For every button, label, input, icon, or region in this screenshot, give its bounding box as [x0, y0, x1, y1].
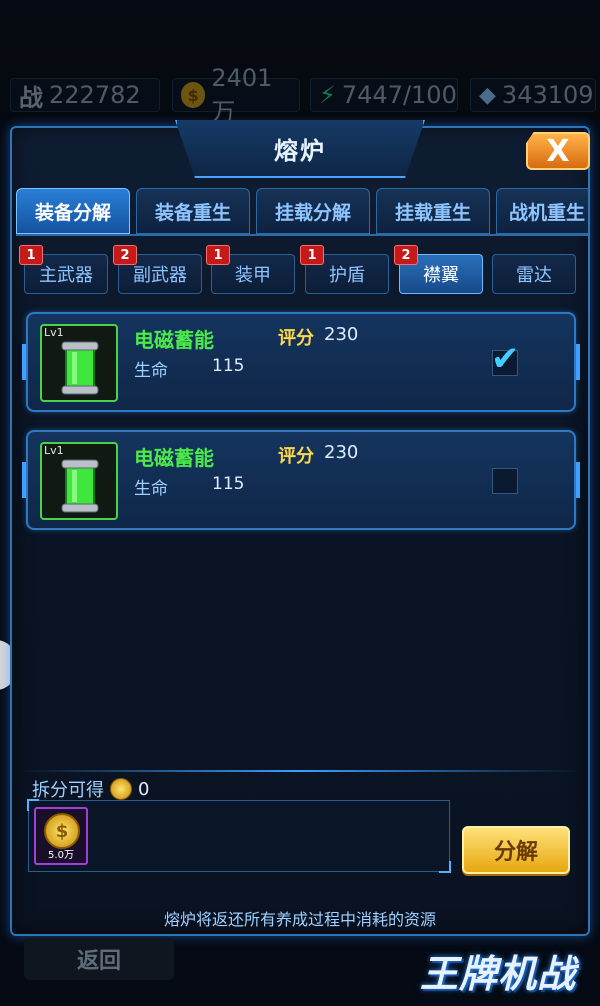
- subtab-label: 雷达: [516, 265, 552, 286]
- select-checkbox[interactable]: [492, 468, 518, 494]
- item-card[interactable]: Lv1 电磁蓄能 评分 230 生命 115 ✔: [22, 312, 580, 412]
- gold-coin-icon: $: [44, 813, 80, 849]
- gold-value: 2401万: [211, 63, 273, 126]
- card-edge-marker: [576, 462, 580, 498]
- checkmark-icon: ✔: [491, 339, 520, 379]
- item-name: 电磁蓄能: [134, 446, 214, 470]
- combat-power: 战 222782: [10, 78, 160, 112]
- gold-counter: $ 2401万: [172, 64, 300, 126]
- diamond-icon: ◆: [479, 82, 496, 108]
- energy-cell-icon: [61, 341, 99, 395]
- subtab-main-weapon[interactable]: 1 主武器: [19, 245, 108, 294]
- combat-power-value: 222782: [49, 81, 141, 109]
- count-badge: 1: [300, 245, 324, 265]
- select-checkbox[interactable]: ✔: [491, 339, 520, 379]
- score-value: 230: [324, 442, 359, 463]
- stat-label: 生命: [134, 361, 168, 381]
- subtab-sub-weapon[interactable]: 2 副武器: [113, 245, 202, 294]
- reward-box: $ 5.0万: [27, 799, 451, 873]
- item-card[interactable]: Lv1 电磁蓄能 评分 230 生命 115: [22, 430, 580, 530]
- energy-cell-icon: [61, 459, 99, 513]
- subtab-label: 装甲: [235, 265, 271, 286]
- yield-value: 0: [138, 778, 150, 800]
- divider-glow: [20, 770, 580, 772]
- reward-amount: 5.0万: [48, 850, 74, 861]
- gold-coin-icon: $: [181, 82, 206, 108]
- count-badge: 2: [113, 245, 137, 265]
- stat-value: 115: [212, 356, 245, 376]
- gem-counter: ◆ 343109: [470, 78, 596, 112]
- game-logo: 王牌机战: [419, 951, 576, 996]
- subtab-label: 襟翼: [423, 265, 459, 286]
- energy-counter: ⚡ 7447/100: [310, 78, 458, 112]
- energy-value: 7447/100: [341, 81, 457, 109]
- count-badge: 1: [206, 245, 230, 265]
- subtab-label: 副武器: [133, 265, 187, 286]
- subtab-label: 主武器: [39, 265, 93, 286]
- card-edge-marker: [22, 344, 26, 380]
- stat-label: 生命: [134, 479, 168, 499]
- tab-mount-rebirth[interactable]: 挂载重生: [376, 188, 490, 234]
- tab-equip-rebirth[interactable]: 装备重生: [136, 188, 250, 234]
- card-edge-marker: [22, 462, 26, 498]
- furnace-hint: 熔炉将返还所有养成过程中消耗的资源: [163, 910, 436, 929]
- tab-equip-decompose[interactable]: 装备分解: [16, 188, 130, 234]
- back-button[interactable]: 返回: [24, 938, 174, 980]
- stat-value: 115: [212, 474, 245, 494]
- main-tabs: 装备分解 装备重生 挂载分解 挂载重生 战机重生: [16, 188, 588, 236]
- power-icon: 战: [19, 83, 43, 112]
- tab-fighter-rebirth[interactable]: 战机重生: [496, 188, 588, 234]
- subtab-radar[interactable]: 雷达: [492, 254, 576, 294]
- subtab-flaps[interactable]: 2 襟翼: [394, 245, 483, 294]
- tab-divider: [16, 234, 588, 236]
- resource-bar: 战 222782 $ 2401万 ⚡ 7447/100 ◆ 343109: [0, 0, 600, 126]
- subtab-armor[interactable]: 1 装甲: [206, 245, 295, 294]
- item-name: 电磁蓄能: [134, 328, 214, 352]
- lightning-icon: ⚡: [319, 81, 336, 109]
- score-value: 230: [324, 324, 359, 345]
- decompose-button[interactable]: 分解: [462, 826, 570, 874]
- score-label: 评分: [278, 446, 314, 467]
- gem-value: 343109: [501, 81, 594, 109]
- count-badge: 1: [19, 245, 43, 265]
- gold-coin-icon: [110, 778, 132, 800]
- subtab-label: 护盾: [329, 265, 365, 286]
- card-edge-marker: [576, 344, 580, 380]
- item-icon: Lv1: [40, 442, 118, 520]
- subtab-shield[interactable]: 1 护盾: [300, 245, 389, 294]
- item-icon: Lv1: [40, 324, 118, 402]
- yield-label: 拆分可得: [32, 780, 104, 801]
- panel-title: 熔炉: [175, 120, 425, 178]
- tab-mount-decompose[interactable]: 挂载分解: [256, 188, 370, 234]
- count-badge: 2: [394, 245, 418, 265]
- close-button[interactable]: X: [526, 132, 590, 170]
- reward-slot[interactable]: $ 5.0万: [34, 807, 88, 865]
- score-label: 评分: [278, 328, 314, 349]
- yield-summary: 拆分可得 0: [32, 776, 149, 802]
